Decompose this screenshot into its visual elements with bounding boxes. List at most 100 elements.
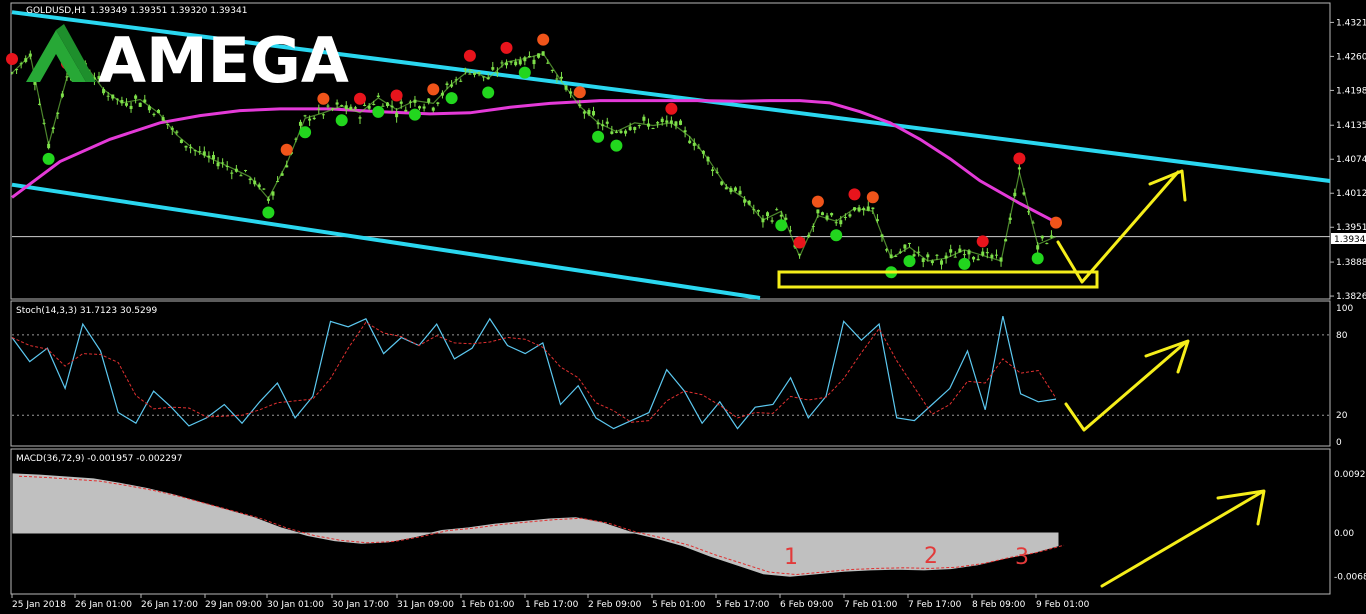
signal-dot-green bbox=[42, 152, 55, 165]
candle-body bbox=[1027, 211, 1031, 213]
signal-dot-green bbox=[775, 219, 788, 232]
candle-body bbox=[816, 209, 820, 214]
candle-body bbox=[10, 72, 14, 74]
candle-body bbox=[637, 125, 641, 127]
signal-dot-red bbox=[976, 235, 989, 248]
candle-body bbox=[619, 130, 623, 133]
candle-body bbox=[463, 68, 467, 71]
candle-body bbox=[24, 58, 28, 62]
macd-label: MACD(36,72,9) -0.001957 -0.002297 bbox=[16, 454, 182, 464]
candle-body bbox=[509, 61, 513, 63]
x-tick-label: 31 Jan 09:00 bbox=[397, 600, 454, 610]
symbol-label: GOLDUSD,H1 bbox=[26, 6, 87, 16]
candle-body bbox=[962, 254, 966, 256]
current-price: 1.39341 bbox=[1334, 235, 1366, 245]
candle-body bbox=[184, 145, 188, 148]
candle-body bbox=[239, 175, 243, 177]
candle-body bbox=[811, 225, 815, 227]
candle-body bbox=[642, 116, 646, 121]
signal-dot-orange bbox=[1050, 216, 1062, 229]
candle-body bbox=[143, 99, 147, 103]
candle-body bbox=[550, 69, 554, 71]
candle-body bbox=[633, 127, 637, 131]
candle-body bbox=[28, 53, 32, 57]
candle-body bbox=[605, 121, 609, 124]
signal-dot-red bbox=[793, 236, 806, 249]
candle-body bbox=[404, 109, 408, 112]
candle-body bbox=[601, 124, 605, 127]
candle-body bbox=[331, 108, 335, 110]
candle-body bbox=[353, 107, 357, 109]
candle-body bbox=[523, 57, 527, 62]
candle-body bbox=[853, 207, 857, 211]
candle-body bbox=[921, 258, 925, 263]
candle-body bbox=[779, 214, 783, 217]
candle-body bbox=[889, 254, 893, 259]
x-tick-label: 1 Feb 01:00 bbox=[461, 600, 515, 610]
candle-body bbox=[683, 130, 687, 133]
price-tick-label: 1.38265 bbox=[1336, 292, 1366, 302]
signal-dot-orange bbox=[811, 195, 824, 208]
candle-body bbox=[294, 138, 298, 140]
signal-dot-red bbox=[500, 41, 513, 54]
candle-body bbox=[674, 121, 678, 126]
annotation-2: 2 bbox=[924, 544, 938, 569]
support-box bbox=[777, 270, 1099, 289]
x-tick-label: 30 Jan 01:00 bbox=[267, 600, 324, 610]
candle-body bbox=[390, 105, 394, 108]
candle-body bbox=[147, 106, 151, 111]
candle-body bbox=[477, 71, 481, 74]
signal-dot-green bbox=[830, 229, 843, 242]
candle-body bbox=[1013, 192, 1017, 197]
stoch-tick-label: 20 bbox=[1336, 411, 1348, 421]
ohlc-readout: 1.39349 1.39351 1.39320 1.39341 bbox=[90, 6, 247, 16]
candle-body bbox=[692, 142, 696, 146]
candle-body bbox=[972, 256, 976, 260]
price-tick-label: 1.40125 bbox=[1336, 189, 1366, 199]
x-tick-label: 8 Feb 09:00 bbox=[972, 600, 1026, 610]
signal-dot-orange bbox=[573, 86, 586, 99]
candle-body bbox=[472, 72, 476, 75]
candle-body bbox=[788, 230, 792, 232]
price-tick-label: 1.41355 bbox=[1336, 121, 1366, 131]
candle-body bbox=[65, 76, 69, 78]
signal-dot-red bbox=[6, 53, 18, 65]
candle-body bbox=[518, 60, 522, 65]
signal-dot-green bbox=[299, 126, 312, 139]
candle-body bbox=[189, 147, 193, 149]
candle-body bbox=[15, 69, 19, 71]
candle-body bbox=[120, 99, 124, 104]
candle-body bbox=[193, 150, 197, 152]
candle-body bbox=[207, 155, 211, 158]
candle-body bbox=[276, 181, 280, 183]
signal-dot-green bbox=[335, 114, 348, 127]
candle-body bbox=[505, 62, 509, 66]
candle-body bbox=[610, 131, 614, 134]
candle-body bbox=[124, 103, 128, 106]
x-tick-label: 30 Jan 17:00 bbox=[332, 600, 389, 610]
candle-body bbox=[839, 220, 843, 225]
candle-body bbox=[958, 248, 962, 253]
candle-body bbox=[729, 188, 733, 193]
candle-body bbox=[60, 93, 64, 97]
candle-body bbox=[56, 112, 60, 114]
candle-body bbox=[880, 234, 884, 237]
candle-body bbox=[843, 216, 847, 218]
candle-body bbox=[711, 169, 715, 172]
candle-body bbox=[248, 178, 252, 181]
candle-body bbox=[1036, 245, 1040, 250]
candle-body bbox=[216, 162, 220, 167]
candle-body bbox=[926, 254, 930, 258]
stoch-label: Stoch(14,3,3) 31.7123 30.5299 bbox=[16, 306, 157, 316]
macd-forecast-arrow bbox=[1100, 490, 1264, 588]
candle-body bbox=[930, 260, 934, 264]
candle-body bbox=[399, 101, 403, 104]
candle-body bbox=[770, 220, 774, 222]
candle-body bbox=[807, 234, 811, 238]
candle-body bbox=[225, 165, 229, 167]
candle-body bbox=[1031, 222, 1035, 224]
candle-body bbox=[312, 117, 316, 120]
signal-dot-red bbox=[390, 89, 403, 102]
candle-body bbox=[166, 124, 170, 126]
amega-logo: AMEGA bbox=[26, 24, 349, 97]
